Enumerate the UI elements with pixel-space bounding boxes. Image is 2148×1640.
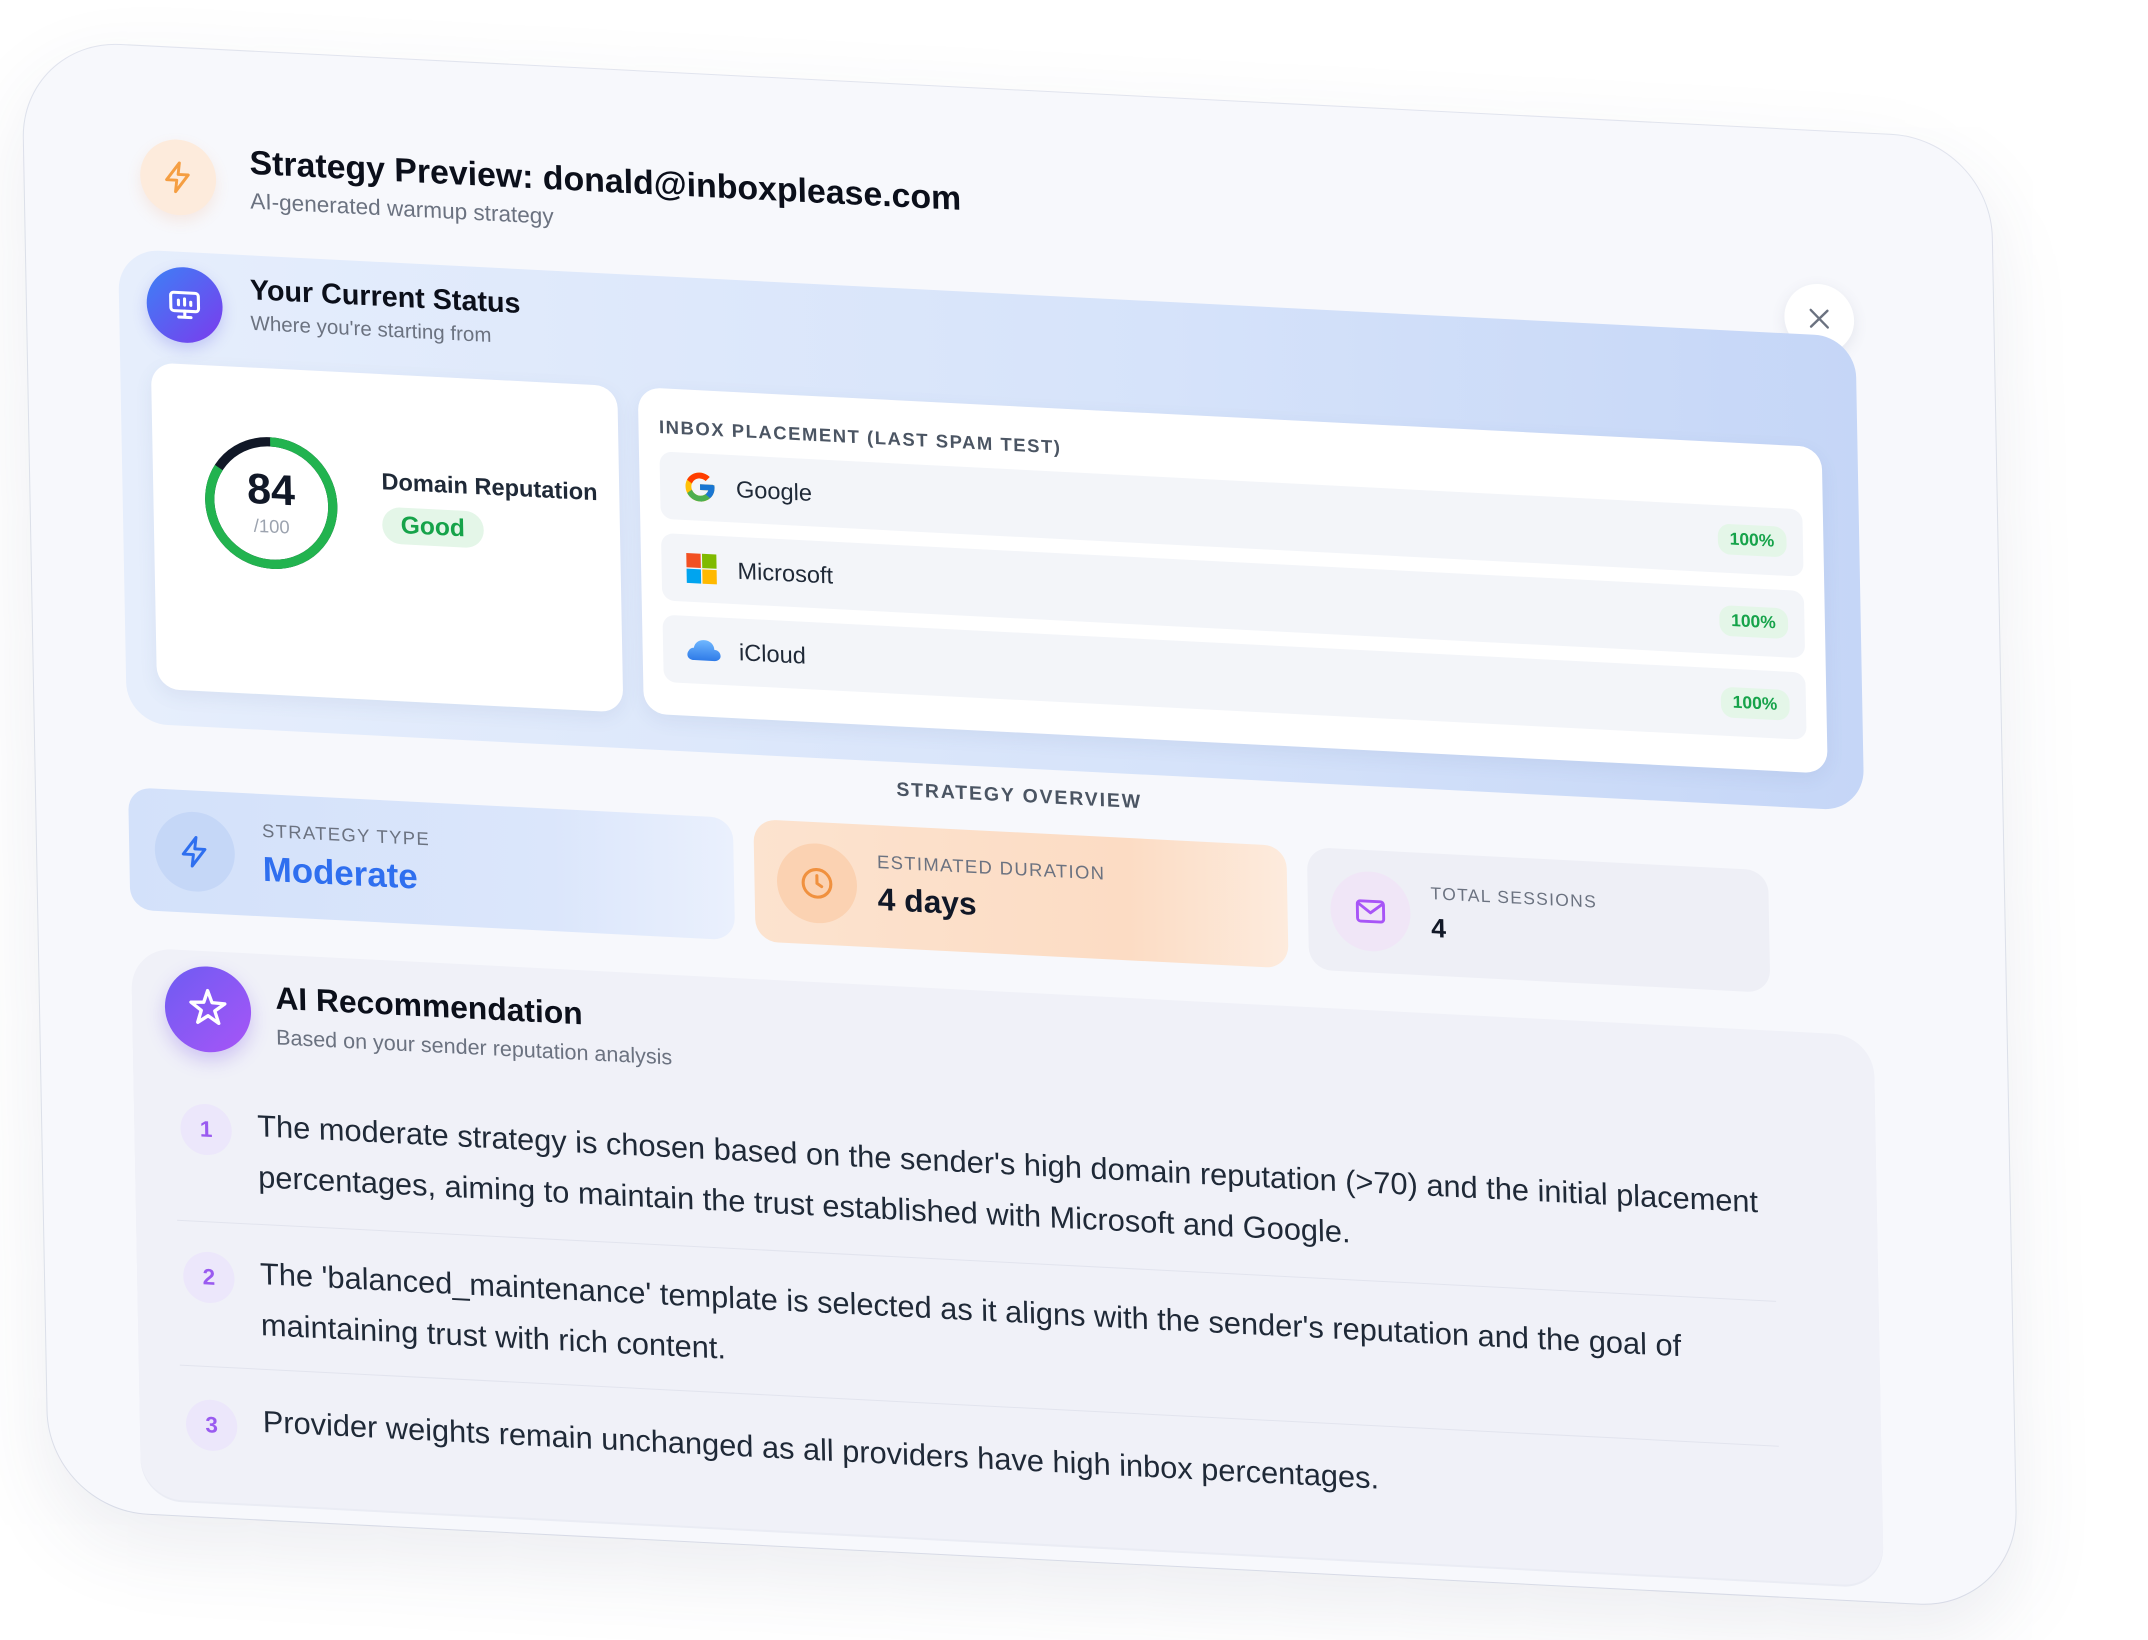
google-icon <box>680 467 720 508</box>
estimated-duration-card: ESTIMATED DURATION 4 days <box>753 818 1289 969</box>
provider-name: Google <box>735 475 813 506</box>
estimated-duration-label: ESTIMATED DURATION <box>876 851 1106 884</box>
provider-percent: 100% <box>1720 686 1790 721</box>
reputation-score: 84 <box>246 464 296 515</box>
total-sessions-value: 4 <box>1430 912 1447 944</box>
lightning-icon <box>154 809 236 894</box>
strategy-preview-modal: Strategy Preview: donald@inboxplease.com… <box>22 40 2018 1609</box>
strategy-type-value: Moderate <box>262 850 419 897</box>
total-sessions-card: TOTAL SESSIONS 4 <box>1306 847 1771 993</box>
provider-percent: 100% <box>1717 523 1787 558</box>
strategy-type-label: STRATEGY TYPE <box>261 820 431 850</box>
mail-icon <box>1329 869 1412 954</box>
estimated-duration-value: 4 days <box>877 881 977 923</box>
clock-icon <box>776 841 858 926</box>
stage: Strategy Preview: donald@inboxplease.com… <box>0 0 2148 1640</box>
lightning-icon <box>139 137 217 218</box>
total-sessions-label: TOTAL SESSIONS <box>1430 883 1598 912</box>
microsoft-icon <box>682 548 722 589</box>
strategy-type-card: STRATEGY TYPE Moderate <box>128 787 736 941</box>
icloud-icon <box>683 630 723 671</box>
provider-name: iCloud <box>738 638 807 669</box>
provider-name: Microsoft <box>737 556 834 589</box>
reputation-badge: Good <box>381 506 484 549</box>
close-icon <box>1809 308 1829 329</box>
provider-percent: 100% <box>1718 605 1789 640</box>
